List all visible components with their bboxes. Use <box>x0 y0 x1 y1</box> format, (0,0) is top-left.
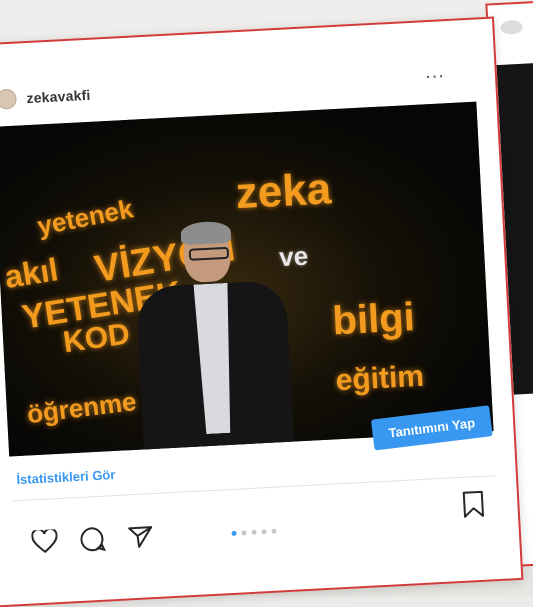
carousel-dot-active <box>231 530 237 536</box>
carousel-dot <box>261 529 267 535</box>
stage-word: zeka <box>234 164 333 219</box>
username[interactable]: zekavakfi <box>26 87 91 106</box>
carousel-dot <box>271 528 277 534</box>
presenter-figure <box>133 220 295 457</box>
view-insights-link[interactable]: İstatistikleri Gör <box>16 467 116 487</box>
carousel-indicator <box>231 528 277 536</box>
stage-word: eğitim <box>334 359 425 398</box>
bookmark-icon[interactable] <box>461 490 486 519</box>
heart-icon[interactable] <box>31 529 58 554</box>
stage-word: bilgi <box>331 295 416 344</box>
post-header: zekavakfi <box>0 82 91 113</box>
share-icon[interactable] <box>127 524 154 549</box>
post-actions <box>31 523 154 555</box>
instagram-post-card: zekavakfi ... yetenek zeka akıl VİZYON b… <box>0 16 524 607</box>
presenter-glasses <box>188 246 230 261</box>
carousel-dot <box>241 530 247 536</box>
carousel-dot <box>251 529 257 535</box>
next-post-avatar <box>500 19 523 35</box>
post-photo[interactable]: yetenek zeka akıl VİZYON bilgi KOD eğiti… <box>0 101 494 457</box>
avatar[interactable] <box>0 88 18 110</box>
comment-icon[interactable] <box>79 526 107 553</box>
more-icon[interactable]: ... <box>424 60 445 83</box>
